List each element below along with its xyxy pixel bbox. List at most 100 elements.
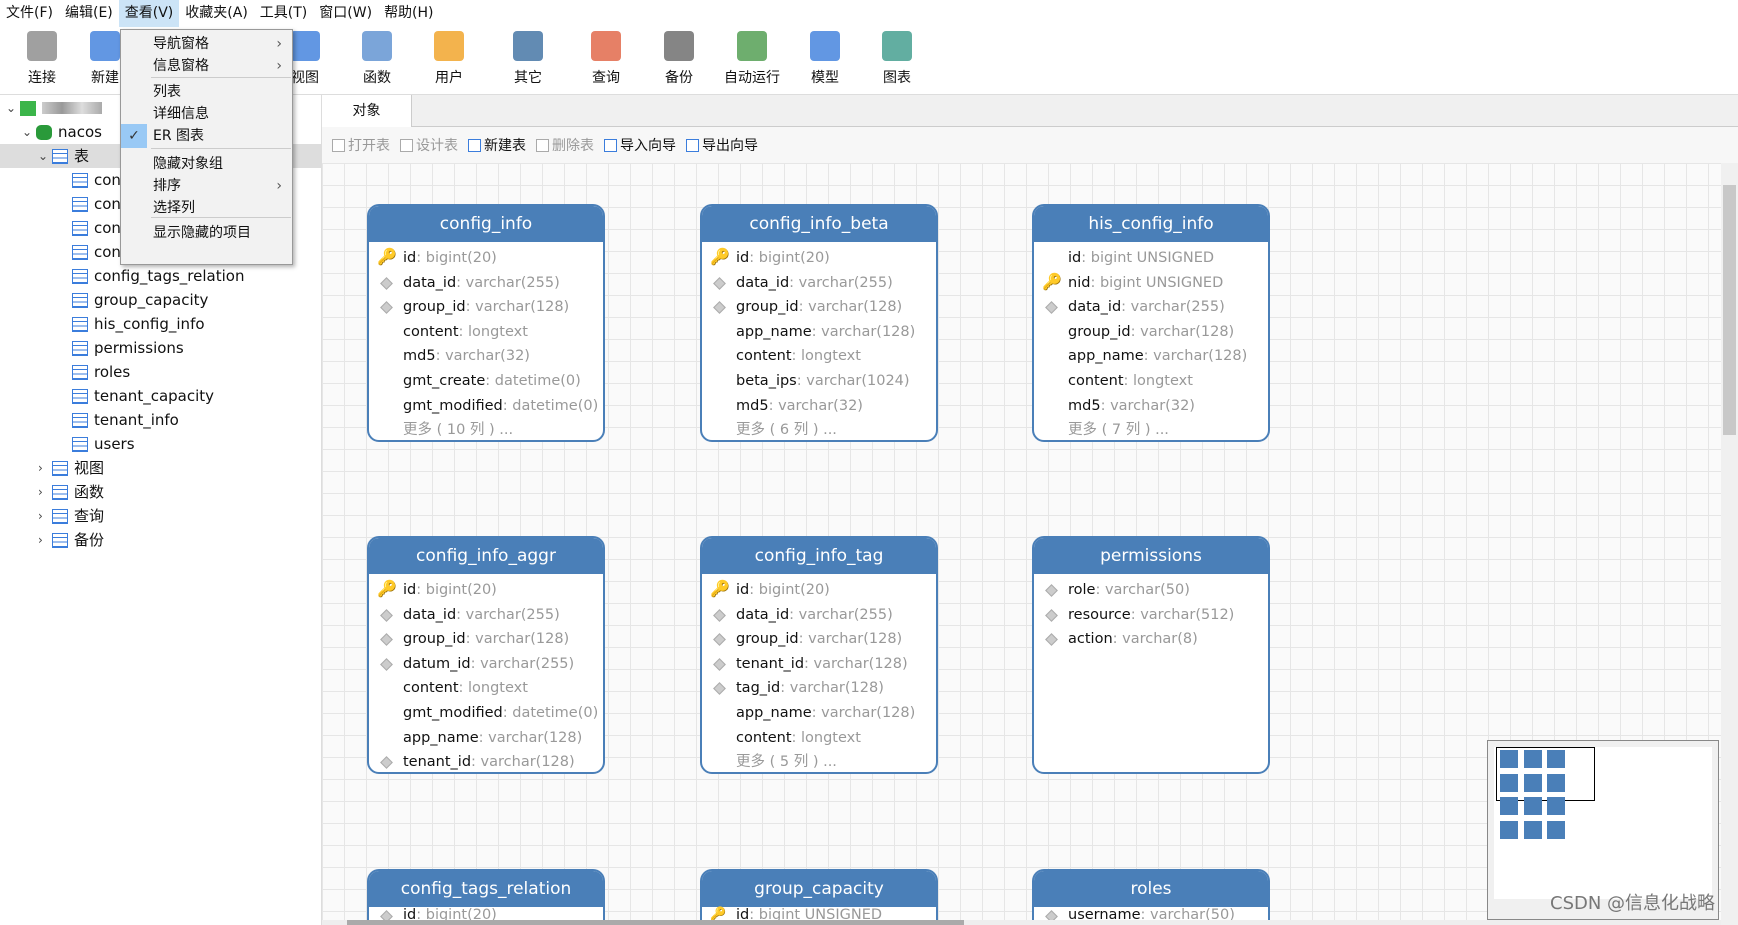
er-field[interactable]: app_name: varchar(128) [1034, 344, 1268, 369]
er-table-permissions[interactable]: permissions role: varchar(50) resource: va… [1032, 536, 1270, 774]
tree-group[interactable]: › 函数 [38, 480, 104, 504]
tree-table[interactable]: roles [72, 360, 130, 384]
tree-group[interactable]: › 备份 [38, 528, 104, 552]
er-field[interactable]: group_id: varchar(128) [369, 295, 603, 320]
minimap-area[interactable] [1494, 747, 1712, 899]
er-field[interactable]: app_name: varchar(128) [702, 320, 936, 345]
vertical-scrollbar[interactable] [1721, 163, 1738, 925]
er-field[interactable]: md5: varchar(32) [369, 344, 603, 369]
er-field[interactable]: tenant_id: varchar(128) [702, 652, 936, 677]
menu-0[interactable]: 文件(F) [0, 0, 59, 27]
er-field[interactable]: md5: varchar(32) [702, 394, 936, 419]
er-field[interactable]: data_id: varchar(255) [1034, 295, 1268, 320]
menu-4[interactable]: 工具(T) [254, 0, 313, 27]
er-field[interactable]: 🔑 id: bigint(20) [702, 246, 936, 271]
er-field[interactable]: app_name: varchar(128) [369, 726, 603, 751]
toolbar-button-6[interactable]: 查询 [574, 31, 638, 87]
tree-db-nacos[interactable]: ⌄ nacos [22, 120, 102, 144]
er-field[interactable]: action: varchar(8) [1034, 627, 1268, 652]
menu-1[interactable]: 编辑(E) [59, 0, 119, 27]
er-field[interactable]: 🔑 id: bigint(20) [369, 246, 603, 271]
object-action-5[interactable]: 导出向导 [686, 135, 758, 155]
chevron-icon[interactable]: › [38, 480, 52, 504]
menu-item-5[interactable]: 隐藏对象组 [121, 152, 292, 176]
toolbar-button-5[interactable]: 其它 [496, 31, 560, 87]
er-field[interactable]: 🔑 id: bigint UNSIGNED [702, 907, 936, 920]
menu-5[interactable]: 窗口(W) [313, 0, 378, 27]
tree-table[interactable]: config_tags_relation [72, 264, 244, 288]
er-table-his_config_info[interactable]: his_config_info id: bigint UNSIGNED 🔑 nid: … [1032, 204, 1270, 442]
er-field[interactable]: group_id: varchar(128) [1034, 320, 1268, 345]
er-field[interactable]: content: longtext [702, 344, 936, 369]
scroll-thumb[interactable] [1723, 185, 1736, 435]
menu-2[interactable]: 查看(V) [118, 0, 180, 27]
er-field[interactable]: content: longtext [369, 676, 603, 701]
er-field[interactable]: content: longtext [1034, 369, 1268, 394]
er-field[interactable]: data_id: varchar(255) [369, 603, 603, 628]
object-action-0[interactable]: 打开表 [332, 135, 390, 155]
tree-table[interactable]: group_capacity [72, 288, 208, 312]
object-action-1[interactable]: 设计表 [400, 135, 458, 155]
menu-item-4[interactable]: ER 图表 ✓ [121, 124, 292, 148]
chevron-icon[interactable]: › [38, 456, 52, 480]
chevron-icon[interactable]: › [38, 528, 52, 552]
er-table-config_info_aggr[interactable]: config_info_aggr 🔑 id: bigint(20) data_id: … [367, 536, 605, 774]
horizontal-scrollbar[interactable] [322, 920, 1721, 925]
er-field[interactable]: 🔑 nid: bigint UNSIGNED [1034, 271, 1268, 296]
minimap[interactable]: CSDN @信息化战略 [1487, 740, 1719, 920]
toolbar-button-9[interactable]: 模型 [793, 31, 857, 87]
er-field[interactable]: group_id: varchar(128) [702, 627, 936, 652]
object-action-3[interactable]: 删除表 [536, 135, 594, 155]
er-field[interactable]: data_id: varchar(255) [702, 271, 936, 296]
er-field[interactable]: group_id: varchar(128) [702, 295, 936, 320]
er-table-config_tags_relation[interactable]: config_tags_relation id: bigint(20) [367, 869, 605, 920]
tree-table[interactable]: tenant_info [72, 408, 179, 432]
toolbar-button-8[interactable]: 自动运行 [720, 31, 784, 87]
tree-table[interactable]: users [72, 432, 135, 456]
tree-table[interactable]: con [72, 240, 121, 264]
tree-table[interactable]: con [72, 192, 121, 216]
tab-objects[interactable]: 对象 [322, 95, 412, 127]
tree-table[interactable]: his_config_info [72, 312, 205, 336]
menu-item-3[interactable]: 详细信息 [121, 102, 292, 126]
scroll-thumb[interactable] [347, 920, 964, 925]
er-field[interactable]: content: longtext [702, 726, 936, 751]
object-action-4[interactable]: 导入向导 [604, 135, 676, 155]
more-columns-link[interactable]: 更多 ( 7 列 ) ... [1034, 418, 1268, 440]
tree-table[interactable]: tenant_capacity [72, 384, 214, 408]
er-field[interactable]: gmt_modified: datetime(0) [369, 701, 603, 726]
er-field[interactable]: id: bigint(20) [369, 907, 603, 920]
chevron-icon[interactable]: ⌄ [38, 144, 52, 168]
er-table-config_info[interactable]: config_info 🔑 id: bigint(20) data_id: varch… [367, 204, 605, 442]
chevron-icon[interactable]: ⌄ [6, 96, 20, 120]
er-field[interactable]: group_id: varchar(128) [369, 627, 603, 652]
tree-connection[interactable]: ⌄ [6, 96, 102, 120]
menu-6[interactable]: 帮助(H) [378, 0, 439, 27]
tree-group[interactable]: › 视图 [38, 456, 104, 480]
er-field[interactable]: app_name: varchar(128) [702, 701, 936, 726]
toolbar-button-7[interactable]: 备份 [647, 31, 711, 87]
er-field[interactable]: data_id: varchar(255) [369, 271, 603, 296]
er-field[interactable]: role: varchar(50) [1034, 578, 1268, 603]
chevron-icon[interactable]: › [38, 504, 52, 528]
chevron-icon[interactable]: ⌄ [22, 120, 36, 144]
er-table-roles[interactable]: roles username: varchar(50) [1032, 869, 1270, 920]
tree-table[interactable]: permissions [72, 336, 184, 360]
menu-item-8[interactable]: 显示隐藏的项目 [121, 221, 292, 245]
toolbar-button-10[interactable]: 图表 [865, 31, 929, 87]
er-field[interactable]: gmt_modified: datetime(0) [369, 394, 603, 419]
more-columns-link[interactable]: 更多 ( 5 列 ) ... [702, 750, 936, 772]
toolbar-button-4[interactable]: 用户 [417, 31, 481, 87]
er-field[interactable]: content: longtext [369, 320, 603, 345]
er-field[interactable]: id: bigint UNSIGNED [1034, 246, 1268, 271]
er-field[interactable]: tag_id: varchar(128) [702, 676, 936, 701]
menu-item-0[interactable]: 导航窗格 › [121, 32, 292, 56]
menu-item-1[interactable]: 信息窗格 › [121, 54, 292, 78]
er-field[interactable]: beta_ips: varchar(1024) [702, 369, 936, 394]
er-field[interactable]: md5: varchar(32) [1034, 394, 1268, 419]
tree-group[interactable]: › 查询 [38, 504, 104, 528]
toolbar-button-0[interactable]: 连接 [10, 31, 74, 87]
er-table-group_capacity[interactable]: group_capacity 🔑 id: bigint UNSIGNED [700, 869, 938, 920]
toolbar-button-3[interactable]: 函数 [345, 31, 409, 87]
more-columns-link[interactable]: 更多 ( 10 列 ) ... [369, 418, 603, 440]
